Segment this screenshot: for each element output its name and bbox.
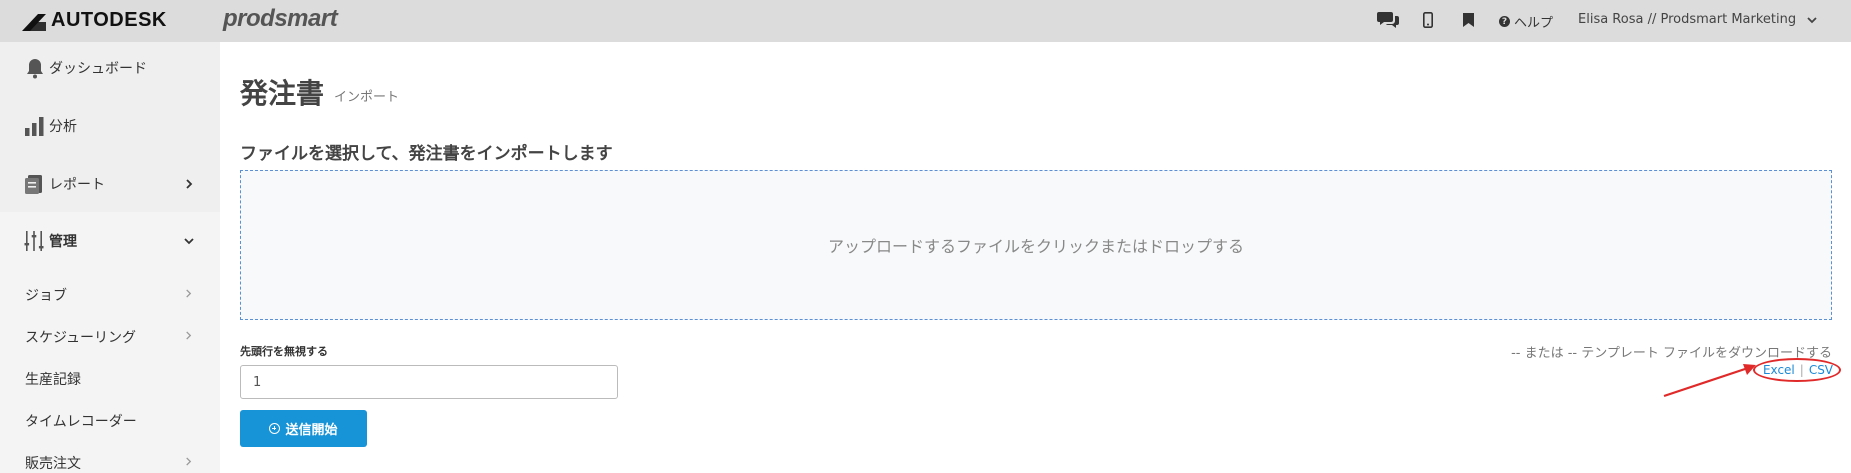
help-label: ヘルプ xyxy=(1514,16,1554,31)
user-label: Elisa Rosa // Prodsmart Marketing xyxy=(1578,12,1797,27)
autodesk-brand-text: AUTODESK xyxy=(51,9,167,31)
chevron-right-icon xyxy=(186,179,193,189)
template-separator: | xyxy=(1799,363,1804,377)
prodsmart-logo[interactable]: prodsmart xyxy=(223,5,338,33)
sliders-icon xyxy=(24,231,44,251)
sidebar-subitem-label: スケジューリング xyxy=(25,330,137,346)
submit-label: 送信開始 xyxy=(285,423,338,438)
top-bar: AUTODESK prodsmart ? ヘルプ Elisa Rosa // P… xyxy=(0,0,1851,42)
sidebar-item-dashboard[interactable]: ダッシュボード xyxy=(0,56,220,80)
template-links: Excel | CSV xyxy=(1755,359,1841,381)
sidebar-subitem-scheduling[interactable]: スケジューリング xyxy=(0,327,220,347)
skip-rows-label: 先頭行を無視する xyxy=(240,345,328,358)
chevron-right-icon xyxy=(186,457,192,466)
chevron-down-icon xyxy=(1807,16,1817,23)
sidebar-item-label: ダッシュボード xyxy=(49,61,147,77)
sidebar-subitem-label: ジョブ xyxy=(25,288,67,304)
chevron-right-icon xyxy=(186,331,192,340)
help-link[interactable]: ? ヘルプ xyxy=(1499,12,1553,31)
annotation-arrow-icon xyxy=(1663,364,1756,398)
sidebar-group-management: 管理 ジョブ スケジューリング 生産記録 タイムレコーダー 販売注文 xyxy=(0,212,220,473)
sidebar-item-label: 管理 xyxy=(49,234,77,250)
sidebar-subitem-jobs[interactable]: ジョブ xyxy=(0,285,220,305)
page-subtitle: インポート xyxy=(334,90,400,105)
template-csv-link[interactable]: CSV xyxy=(1809,363,1833,377)
sidebar-item-reports[interactable]: レポート xyxy=(0,172,220,196)
autodesk-logo[interactable]: AUTODESK xyxy=(22,9,167,32)
submit-button[interactable]: 送信開始 xyxy=(240,410,367,447)
template-excel-link[interactable]: Excel xyxy=(1763,363,1795,377)
bar-chart-icon xyxy=(25,117,44,136)
section-heading: ファイルを選択して、発注書をインポートします xyxy=(240,144,613,164)
sidebar-subitem-production-records[interactable]: 生産記録 xyxy=(0,369,220,389)
page-title: 発注書 xyxy=(240,77,325,110)
help-icon: ? xyxy=(1499,16,1510,27)
sidebar-subitem-sales-orders[interactable]: 販売注文 xyxy=(0,453,220,473)
chevron-right-icon xyxy=(186,289,192,298)
sidebar-subitem-label: 販売注文 xyxy=(25,456,81,472)
user-menu[interactable]: Elisa Rosa // Prodsmart Marketing xyxy=(1578,12,1818,27)
sidebar-item-analytics[interactable]: 分析 xyxy=(0,114,220,138)
plus-circle-icon xyxy=(269,423,281,434)
mobile-icon[interactable] xyxy=(1423,12,1433,28)
autodesk-mark-icon xyxy=(22,13,46,31)
sidebar: ダッシュボード 分析 レポート 管理 ジョブ スケジューリング 生産記録 タイム… xyxy=(0,42,220,473)
file-dropzone[interactable]: アップロードするファイルをクリックまたはドロップする xyxy=(240,170,1832,320)
sidebar-subitem-time-recorder[interactable]: タイムレコーダー xyxy=(0,411,220,431)
sidebar-subitem-label: タイムレコーダー xyxy=(25,414,137,430)
bookmark-icon[interactable] xyxy=(1463,13,1474,27)
sidebar-subitem-label: 生産記録 xyxy=(25,372,81,388)
chat-icon[interactable] xyxy=(1377,10,1399,28)
sidebar-item-label: レポート xyxy=(49,177,105,193)
dropzone-text: アップロードするファイルをクリックまたはドロップする xyxy=(827,237,1244,256)
chevron-down-icon xyxy=(184,238,194,245)
sidebar-item-label: 分析 xyxy=(49,119,77,135)
sidebar-item-management[interactable]: 管理 xyxy=(0,229,220,253)
report-icon xyxy=(25,175,42,194)
bell-icon xyxy=(27,59,43,79)
skip-rows-input[interactable] xyxy=(240,365,618,399)
